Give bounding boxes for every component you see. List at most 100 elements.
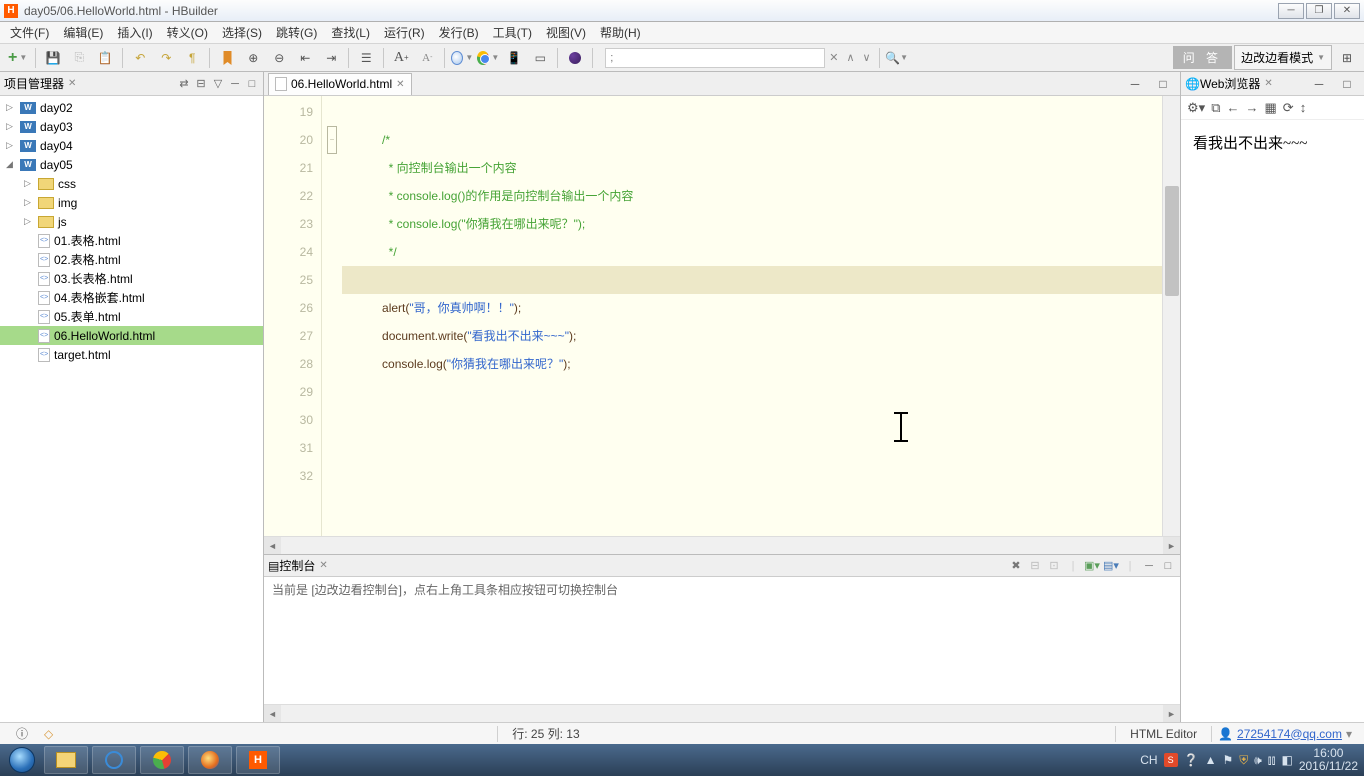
prev-bookmark-button[interactable]: ⇤ bbox=[294, 47, 316, 69]
menu-item[interactable]: 插入(I) bbox=[111, 22, 158, 43]
console-hscroll-left[interactable]: ◄ bbox=[264, 705, 281, 722]
run-browser-button[interactable]: ▼ bbox=[451, 47, 473, 69]
code-line[interactable] bbox=[342, 378, 1162, 406]
vertical-scrollbar[interactable] bbox=[1162, 96, 1180, 536]
search-button[interactable]: 🔍▼ bbox=[886, 47, 908, 69]
mode-icon-button[interactable]: ⊞ bbox=[1336, 47, 1358, 69]
ime-indicator[interactable]: CH bbox=[1140, 753, 1157, 767]
menu-item[interactable]: 选择(S) bbox=[216, 22, 268, 43]
maximize-button[interactable]: ❐ bbox=[1306, 3, 1332, 19]
next-bookmark-button[interactable]: ⇥ bbox=[320, 47, 342, 69]
browser-settings-button[interactable]: ⚙▾ bbox=[1187, 100, 1205, 116]
close-console-button[interactable]: ✕ bbox=[319, 560, 327, 571]
browser-forward-button[interactable]: → bbox=[1245, 100, 1258, 115]
maximize-panel-button[interactable]: □ bbox=[245, 77, 259, 91]
taskbar-clock[interactable]: 16:00 2016/11/22 bbox=[1299, 747, 1358, 773]
phone-button[interactable]: 📱 bbox=[503, 47, 525, 69]
menu-item[interactable]: 视图(V) bbox=[540, 22, 592, 43]
status-sync-icon[interactable]: ◇ bbox=[36, 727, 61, 741]
tree-project[interactable]: ◢Wday05 bbox=[0, 155, 263, 174]
console-maximize-button[interactable]: □ bbox=[1160, 558, 1176, 574]
font-decrease-button[interactable]: A- bbox=[416, 47, 438, 69]
menu-item[interactable]: 发行(B) bbox=[433, 22, 485, 43]
start-button[interactable] bbox=[2, 745, 42, 775]
tree-file[interactable]: 06.HelloWorld.html bbox=[0, 326, 263, 345]
browser-minimize-button[interactable]: ─ bbox=[1308, 73, 1330, 95]
menu-item[interactable]: 工具(T) bbox=[487, 22, 538, 43]
help-tray-icon[interactable]: ❔ bbox=[1184, 753, 1199, 767]
sogou-icon[interactable]: S bbox=[1164, 753, 1178, 767]
format-button[interactable]: ¶ bbox=[181, 47, 203, 69]
console-pin-button[interactable]: ⊡ bbox=[1046, 558, 1062, 574]
tree-project[interactable]: ▷Wday03 bbox=[0, 117, 263, 136]
code-line[interactable]: /* bbox=[342, 126, 1162, 154]
eclipse-button[interactable] bbox=[564, 47, 586, 69]
menu-item[interactable]: 文件(F) bbox=[4, 22, 55, 43]
code-editor[interactable]: 1920212223242526272829303132 − /* * 向控制台… bbox=[264, 96, 1180, 536]
browser-refresh-button[interactable]: ⟳ bbox=[1283, 100, 1294, 116]
tree-file[interactable]: 04.表格嵌套.html bbox=[0, 288, 263, 307]
user-dropdown-icon[interactable]: ▾ bbox=[1342, 727, 1356, 741]
browser-open-button[interactable]: ⧉ bbox=[1211, 100, 1220, 116]
close-browser-button[interactable]: ✕ bbox=[1264, 78, 1272, 89]
bookmark-button[interactable] bbox=[216, 47, 238, 69]
search-up-button[interactable]: ∧ bbox=[842, 51, 858, 64]
view-mode-dropdown[interactable]: 边改边看模式▼ bbox=[1234, 45, 1332, 70]
remove-bookmark-button[interactable]: ⊖ bbox=[268, 47, 290, 69]
minimize-panel-button[interactable]: ─ bbox=[228, 77, 242, 91]
console-hscroll-right[interactable]: ► bbox=[1163, 705, 1180, 722]
tray-overflow-icon[interactable]: ▲ bbox=[1205, 753, 1217, 767]
search-clear-button[interactable]: ✕ bbox=[825, 51, 842, 64]
tree-file[interactable]: 05.表单.html bbox=[0, 307, 263, 326]
browser-back-button[interactable]: ← bbox=[1226, 100, 1239, 115]
run-chrome-button[interactable]: ▼ bbox=[477, 47, 499, 69]
menu-item[interactable]: 编辑(E) bbox=[57, 22, 109, 43]
console-display-button[interactable]: ▤▾ bbox=[1103, 558, 1119, 574]
tree-folder[interactable]: ▷img bbox=[0, 193, 263, 212]
firefox-taskbar-button[interactable] bbox=[188, 746, 232, 774]
menu-item[interactable]: 转义(O) bbox=[161, 22, 214, 43]
scroll-thumb[interactable] bbox=[1165, 186, 1179, 296]
code-line[interactable] bbox=[342, 98, 1162, 126]
menu-item[interactable]: 跳转(G) bbox=[270, 22, 323, 43]
hscroll-left-button[interactable]: ◄ bbox=[264, 537, 281, 554]
volume-tray-icon[interactable]: ⫾⫾ bbox=[1268, 753, 1276, 768]
hbuilder-taskbar-button[interactable]: H bbox=[236, 746, 280, 774]
notify-tray-icon[interactable]: ◧ bbox=[1281, 753, 1292, 767]
code-line[interactable]: document.write("看我出不出来~~~"); bbox=[342, 322, 1162, 350]
code-line[interactable] bbox=[342, 462, 1162, 490]
shield-tray-icon[interactable]: ⛨ bbox=[1239, 753, 1248, 768]
view-menu-button[interactable]: ▽ bbox=[211, 77, 225, 91]
editor-tab[interactable]: 06.HelloWorld.html ✕ bbox=[268, 73, 412, 95]
ie-taskbar-button[interactable] bbox=[92, 746, 136, 774]
browser-expand-button[interactable]: ↕ bbox=[1300, 100, 1307, 115]
chrome-taskbar-button[interactable] bbox=[140, 746, 184, 774]
link-editor-button[interactable]: ⇄ bbox=[177, 77, 191, 91]
tree-file[interactable]: 03.长表格.html bbox=[0, 269, 263, 288]
close-button[interactable]: ✕ bbox=[1334, 3, 1360, 19]
code-line[interactable]: console.log("你猜我在哪出来呢？"); bbox=[342, 350, 1162, 378]
status-tip-icon[interactable]: ⓘ bbox=[8, 725, 36, 742]
device-button[interactable]: ▭ bbox=[529, 47, 551, 69]
undo-button[interactable]: ↶ bbox=[129, 47, 151, 69]
fold-column[interactable]: − bbox=[322, 96, 342, 536]
qa-button[interactable]: 问 答 bbox=[1173, 46, 1232, 69]
search-down-button[interactable]: ∨ bbox=[859, 51, 875, 64]
paste-button[interactable]: 📋 bbox=[94, 47, 116, 69]
tree-folder[interactable]: ▷css bbox=[0, 174, 263, 193]
code-line[interactable] bbox=[342, 266, 1162, 294]
maximize-editor-button[interactable]: □ bbox=[1152, 73, 1174, 95]
minimize-button[interactable]: ─ bbox=[1278, 3, 1304, 19]
console-hscroll[interactable]: ◄ ► bbox=[264, 704, 1180, 722]
hscroll-right-button[interactable]: ► bbox=[1163, 537, 1180, 554]
console-new-button[interactable]: ▣▾ bbox=[1084, 558, 1100, 574]
menu-item[interactable]: 查找(L) bbox=[325, 22, 376, 43]
font-increase-button[interactable]: A+ bbox=[390, 47, 412, 69]
save-all-button[interactable]: ⎘ bbox=[68, 47, 90, 69]
tree-file[interactable]: target.html bbox=[0, 345, 263, 364]
code-line[interactable]: * console.log()的作用是向控制台输出一个内容 bbox=[342, 182, 1162, 210]
explorer-taskbar-button[interactable] bbox=[44, 746, 88, 774]
redo-button[interactable]: ↷ bbox=[155, 47, 177, 69]
outline-button[interactable]: ☰ bbox=[355, 47, 377, 69]
add-bookmark-button[interactable]: ⊕ bbox=[242, 47, 264, 69]
